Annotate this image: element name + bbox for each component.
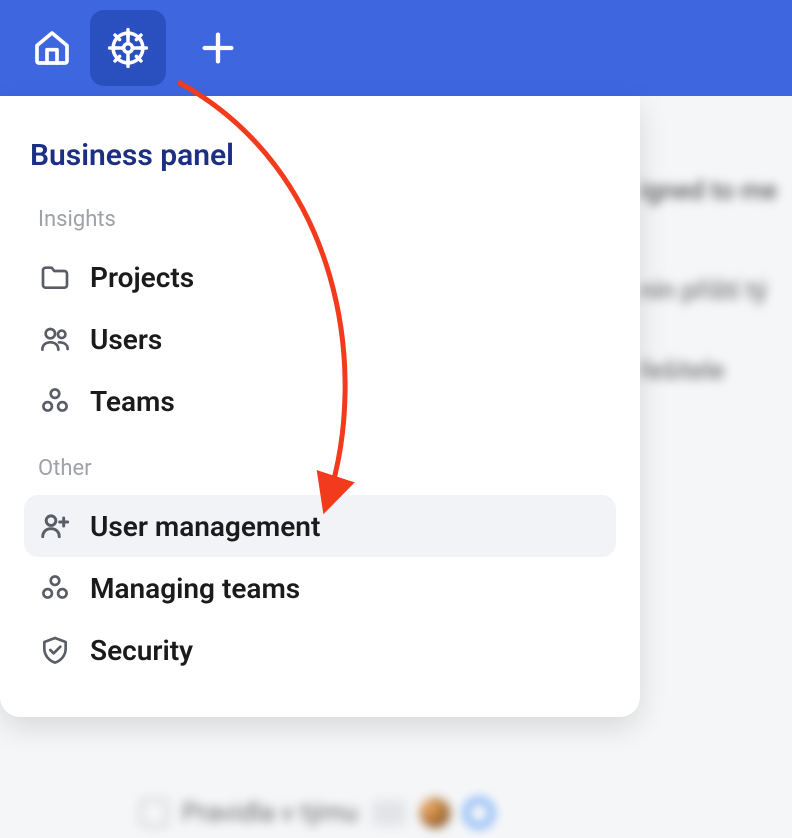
top-bar xyxy=(0,0,792,96)
menu-item-label: Managing teams xyxy=(90,572,300,605)
business-panel-menu: Business panel Insights Projects Users xyxy=(0,96,640,717)
bg-text-2: nín příští tý xyxy=(640,276,767,306)
menu-item-label: Teams xyxy=(90,385,175,418)
bg-pill xyxy=(372,800,406,826)
checkbox-icon xyxy=(140,799,168,827)
bg-text-3: řešitele xyxy=(640,356,725,386)
menu-item-users[interactable]: Users xyxy=(24,308,616,370)
avatar xyxy=(420,798,450,828)
bg-bottom-text: Pravidla v týmu xyxy=(182,798,358,828)
users-icon xyxy=(38,322,72,356)
teams-icon xyxy=(38,384,72,418)
section-label-other: Other xyxy=(38,456,616,481)
menu-item-label: Users xyxy=(90,323,162,356)
bg-bottom-row: Pravidla v týmu xyxy=(140,798,494,828)
plus-icon xyxy=(198,28,238,68)
menu-item-projects[interactable]: Projects xyxy=(24,246,616,308)
menu-item-security[interactable]: Security xyxy=(24,619,616,681)
menu-item-managing-teams[interactable]: Managing teams xyxy=(24,557,616,619)
home-icon xyxy=(32,28,72,68)
bg-text-1: igned to me xyxy=(640,176,777,206)
home-button[interactable] xyxy=(14,10,90,86)
panel-title: Business panel xyxy=(30,138,616,173)
gear-icon xyxy=(107,27,149,69)
menu-item-label: Security xyxy=(90,634,193,667)
folder-icon xyxy=(38,260,72,294)
shield-icon xyxy=(38,633,72,667)
teams-icon xyxy=(38,571,72,605)
section-label-insights: Insights xyxy=(38,207,616,232)
menu-item-user-management[interactable]: User management xyxy=(24,495,616,557)
add-button[interactable] xyxy=(180,10,256,86)
menu-item-label: User management xyxy=(90,510,320,543)
avatar-ring xyxy=(464,798,494,828)
menu-item-label: Projects xyxy=(90,261,194,294)
menu-item-teams[interactable]: Teams xyxy=(24,370,616,432)
user-plus-icon xyxy=(38,509,72,543)
business-panel-button[interactable] xyxy=(90,10,166,86)
